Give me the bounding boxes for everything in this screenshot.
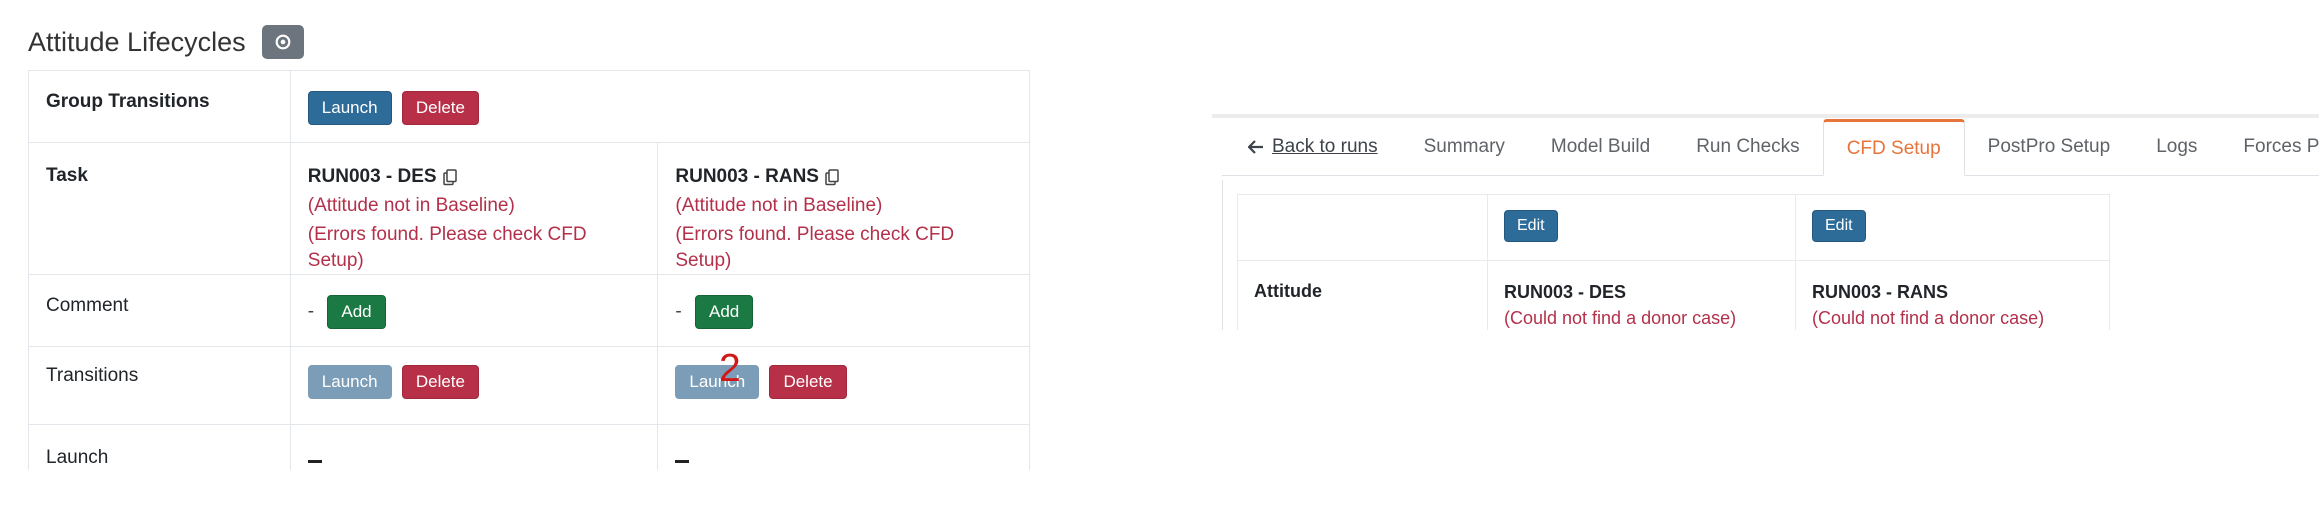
table-row: Attitude RUN003 - DES (Could not find a … — [1237, 260, 2110, 330]
launch-cell-des — [289, 424, 659, 470]
gear-icon — [275, 34, 290, 50]
comment-label: Comment — [28, 274, 291, 347]
title-row: Attitude Lifecycles — [28, 20, 1030, 64]
copy-icon[interactable] — [825, 168, 839, 186]
task-name-des: RUN003 - DES — [308, 165, 641, 189]
task-label: Task — [28, 142, 291, 275]
launch-label: Launch — [28, 424, 291, 470]
edit-cell-rans: Edit — [1795, 194, 2110, 261]
tab-logs[interactable]: Logs — [2133, 119, 2220, 175]
back-to-runs-link[interactable]: Back to runs — [1222, 119, 1401, 175]
edit-button[interactable]: Edit — [1812, 210, 1866, 242]
launch-cell-rans — [657, 424, 1030, 470]
group-launch-button[interactable]: Launch — [307, 91, 392, 125]
tab-postpro-setup[interactable]: PostPro Setup — [1965, 119, 2134, 175]
arrow-left-icon — [1248, 140, 1263, 154]
copy-icon[interactable] — [442, 168, 457, 186]
comment-cell-rans: - Add — [657, 274, 1030, 347]
task-error-cfd: (Errors found. Please check CFD Setup) — [307, 224, 587, 271]
run-name: RUN003 - RANS — [1812, 282, 1949, 302]
add-comment-button[interactable]: Add — [327, 295, 386, 329]
group-transitions-label: Group Transitions — [28, 70, 291, 143]
tab-summary[interactable]: Summary — [1401, 119, 1528, 175]
task-name-rans: RUN003 - RANS — [675, 165, 1012, 189]
cfd-setup-content: Edit Edit Attitude RUN003 - DES (Could n… — [1222, 180, 2319, 330]
run-details-panel: Back to runs Summary Model Build Run Che… — [1212, 114, 2319, 330]
attitude-lifecycles-panel: Attitude Lifecycles Group Transitions La… — [28, 20, 1030, 470]
table-row: Comment - Add - Add — [28, 274, 1030, 347]
task-cell-des: RUN003 - DES (Attitude not in Baseline) … — [289, 142, 659, 275]
task-name-text: RUN003 - DES — [307, 166, 437, 187]
back-to-runs-label: Back to runs — [1272, 136, 1378, 157]
comment-placeholder: - — [307, 301, 315, 322]
comment-cell-des: - Add — [289, 274, 659, 347]
run-name: RUN003 - DES — [1504, 282, 1627, 302]
donor-case-error: (Could not find a donor case) — [1504, 308, 1737, 328]
table-row: Edit Edit — [1237, 194, 2110, 261]
task-error-baseline: (Attitude not in Baseline) — [675, 195, 883, 216]
transitions-cell-des: Launch Delete — [289, 346, 659, 425]
donor-case-error: (Could not find a donor case) — [1812, 308, 2045, 328]
task-error-baseline: (Attitude not in Baseline) — [307, 195, 515, 216]
transitions-label: Transitions — [28, 346, 291, 425]
tab-model-build[interactable]: Model Build — [1528, 119, 1673, 175]
delete-button[interactable]: Delete — [769, 365, 847, 399]
tab-bar: Back to runs Summary Model Build Run Che… — [1222, 118, 2319, 176]
table-row: Launch — [28, 424, 1030, 470]
attitude-cell-des: RUN003 - DES (Could not find a donor cas… — [1487, 260, 1796, 330]
comment-placeholder: - — [675, 301, 682, 322]
settings-button[interactable] — [261, 25, 304, 59]
attitude-cell-rans: RUN003 - RANS (Could not find a donor ca… — [1795, 260, 2110, 330]
group-delete-button[interactable]: Delete — [401, 91, 479, 125]
table-row: Transitions Launch Delete Launch Delete — [28, 346, 1030, 425]
edit-button[interactable]: Edit — [1504, 210, 1558, 242]
attitude-label: Attitude — [1237, 260, 1488, 330]
delete-button[interactable]: Delete — [401, 365, 479, 399]
launch-status-dash — [675, 460, 690, 464]
tab-run-checks[interactable]: Run Checks — [1673, 119, 1823, 175]
table-row: Group Transitions Launch Delete — [28, 70, 1030, 143]
tab-cfd-setup[interactable]: CFD Setup — [1822, 119, 1965, 176]
add-comment-button[interactable]: Add — [694, 295, 754, 329]
task-name-text: RUN003 - RANS — [675, 166, 819, 187]
task-error-cfd: (Errors found. Please check CFD Setup) — [675, 224, 955, 271]
cfd-setup-table: Edit Edit Attitude RUN003 - DES (Could n… — [1237, 194, 2110, 330]
tab-forces-plot[interactable]: Forces Plot — [2220, 119, 2319, 175]
table-row: Task RUN003 - DES (Attitude not in Basel… — [28, 142, 1030, 275]
transitions-cell-rans: Launch Delete — [657, 346, 1030, 425]
group-transitions-actions: Launch Delete — [289, 70, 1030, 143]
edit-cell-des: Edit — [1487, 194, 1796, 261]
launch-button[interactable]: Launch — [307, 365, 392, 399]
launch-status-dash — [307, 460, 322, 464]
task-cell-rans: RUN003 - RANS (Attitude not in Baseline)… — [657, 142, 1030, 275]
empty-cell — [1237, 194, 1488, 261]
lifecycle-table: Group Transitions Launch Delete Task RUN… — [28, 70, 1030, 470]
page-title: Attitude Lifecycles — [28, 26, 246, 57]
launch-button[interactable]: Launch — [675, 365, 760, 399]
